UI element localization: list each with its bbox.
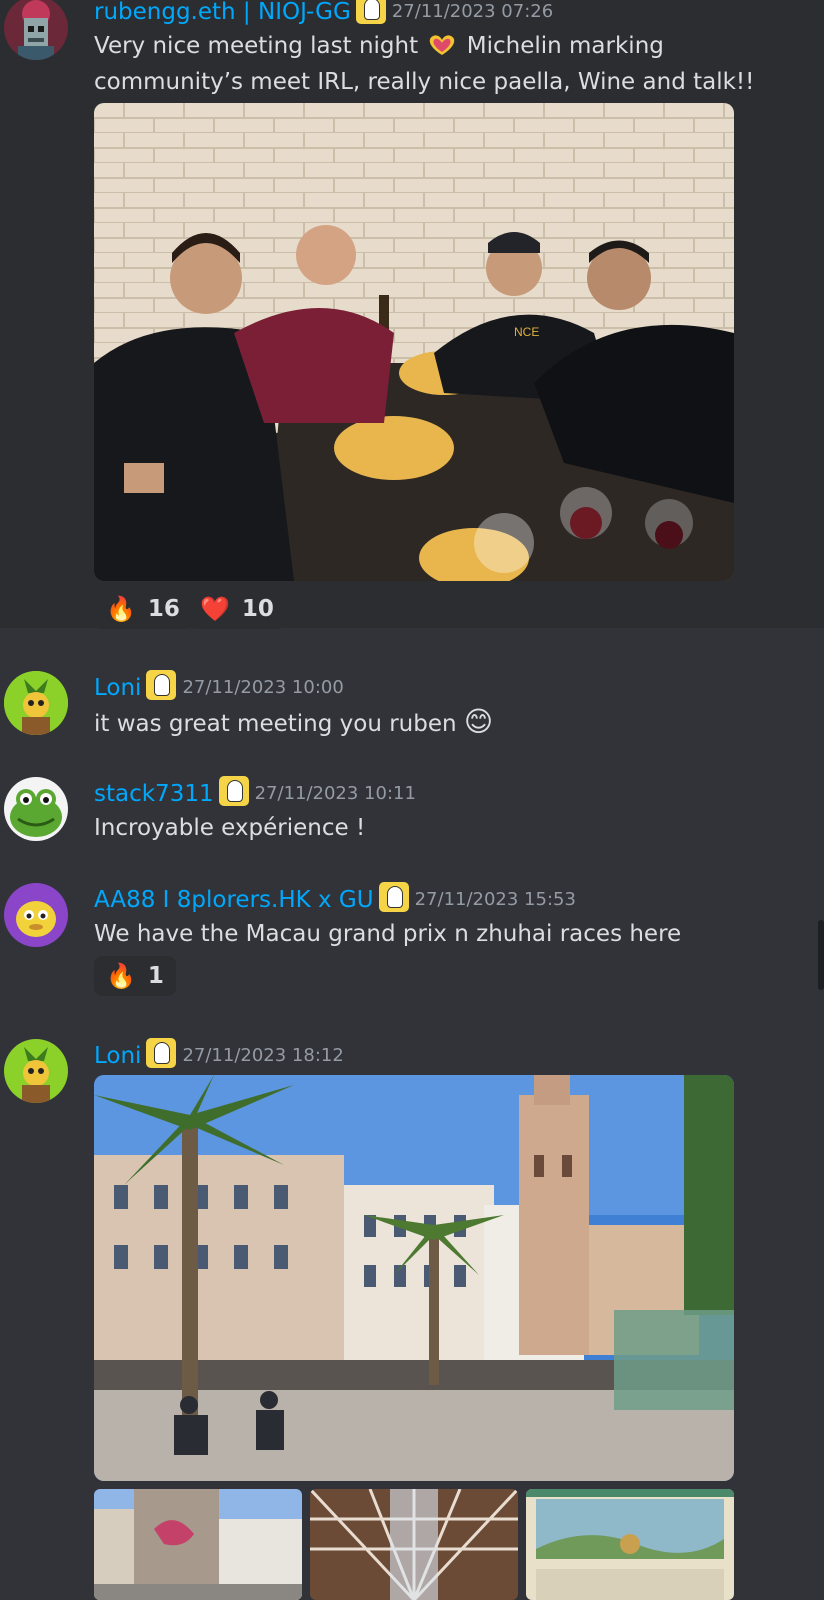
reaction-count: 16: [147, 596, 180, 622]
author-name-text[interactable]: stack7311: [94, 781, 214, 807]
fire-emoji-icon: 🔥: [106, 962, 136, 990]
avatar-loni[interactable]: [4, 1039, 68, 1103]
message-text-continued: Michelin marking: [466, 33, 664, 59]
message-text: Incroyable expérience !: [94, 815, 366, 841]
avatar-aa88[interactable]: [4, 883, 68, 947]
message-text: We have the Macau grand prix n zhuhai ra…: [94, 921, 682, 947]
author-name[interactable]: AA88 I 8plorers.HK x GU 27/11/2023 15:53: [94, 882, 576, 913]
reaction-count: 10: [241, 596, 274, 622]
avatar-stack7311[interactable]: [4, 777, 68, 841]
svg-text:NCE: NCE: [514, 325, 539, 339]
author-name[interactable]: Loni 27/11/2023 10:00: [94, 670, 344, 701]
message-content: Incroyable expérience !: [94, 810, 814, 846]
message-timestamp: 27/11/2023 07:26: [391, 1, 554, 22]
reaction-heart[interactable]: ❤️ 10: [188, 589, 286, 629]
reaction-fire[interactable]: 🔥 1: [94, 956, 176, 996]
chat-message-list: rubengg.eth | NIOJ-GG 27/11/2023 07:26 Ve…: [0, 0, 824, 1600]
reaction-count: 1: [147, 963, 164, 989]
author-name-text[interactable]: Loni: [94, 675, 141, 701]
message-rubengg: rubengg.eth | NIOJ-GG 27/11/2023 07:26 Ve…: [0, 0, 824, 629]
michelin-badge-icon: [378, 882, 409, 912]
message-loni-2: Loni 27/11/2023 18:12: [0, 1024, 824, 1600]
message-text: it was great meeting you ruben: [94, 711, 457, 737]
reaction-fire[interactable]: 🔥 16: [94, 589, 192, 629]
avatar-rubengg[interactable]: [4, 0, 68, 60]
message-stack7311: stack7311 27/11/2023 10:11 Incroyable exp…: [0, 762, 824, 852]
attachment-image-market-roof[interactable]: [310, 1489, 518, 1600]
message-text-line2: community’s meet IRL, really nice paella…: [94, 69, 755, 95]
message-content: it was great meeting you ruben 😊: [94, 704, 814, 742]
author-name[interactable]: rubengg.eth | NIOJ-GG 27/11/2023 07:26: [94, 0, 553, 25]
message-timestamp: 27/11/2023 18:12: [182, 1045, 344, 1066]
attachment-image-mural-street[interactable]: [94, 1489, 302, 1600]
message-aa88: AA88 I 8plorers.HK x GU 27/11/2023 15:53 …: [0, 868, 824, 1008]
attachment-image-tile-mural[interactable]: [526, 1489, 734, 1600]
author-name[interactable]: Loni 27/11/2023 18:12: [94, 1038, 344, 1069]
attachment-image-valencia-plaza[interactable]: [94, 1075, 734, 1481]
message-timestamp: 27/11/2023 10:11: [254, 783, 416, 804]
author-name-text[interactable]: rubengg.eth | NIOJ-GG: [94, 0, 351, 25]
michelin-badge-icon: [146, 670, 177, 700]
message-loni-1: Loni 27/11/2023 10:00 it was great meetin…: [0, 656, 824, 746]
heart-emoji-icon: ❤️: [200, 595, 230, 623]
message-content: We have the Macau grand prix n zhuhai ra…: [94, 916, 814, 952]
author-name[interactable]: stack7311 27/11/2023 10:11: [94, 776, 416, 807]
message-content: Very nice meeting last night Michelin ma…: [94, 28, 814, 100]
michelin-badge-icon: [218, 776, 249, 806]
scrollbar-thumb[interactable]: [818, 920, 824, 990]
attachment-image-group-photo[interactable]: NCE: [94, 103, 734, 581]
fire-emoji-icon: 🔥: [106, 595, 136, 623]
message-timestamp: 27/11/2023 15:53: [414, 889, 576, 910]
message-text: Very nice meeting last night: [94, 33, 419, 59]
author-name-text[interactable]: AA88 I 8plorers.HK x GU: [94, 887, 374, 913]
message-timestamp: 27/11/2023 10:00: [182, 677, 344, 698]
smiling-face-emoji-icon: 😊: [463, 705, 494, 738]
heart-hands-emoji-icon: [425, 33, 459, 57]
michelin-badge-icon: [355, 0, 386, 24]
michelin-badge-icon: [146, 1038, 177, 1068]
author-name-text[interactable]: Loni: [94, 1043, 141, 1069]
avatar-loni[interactable]: [4, 671, 68, 735]
